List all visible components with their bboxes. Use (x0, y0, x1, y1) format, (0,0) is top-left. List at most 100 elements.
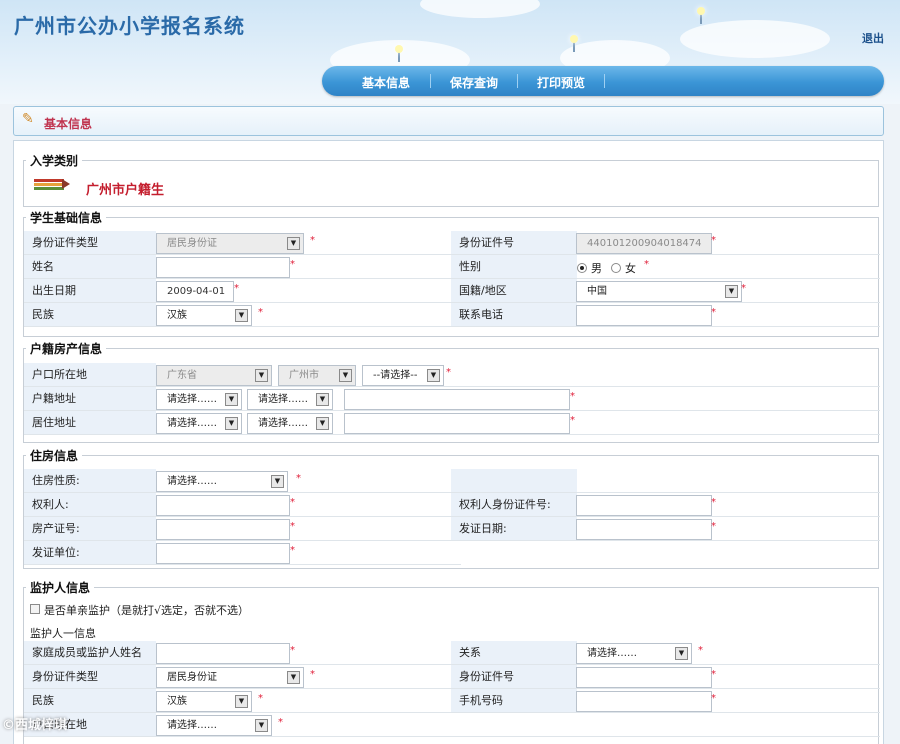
issuer-field[interactable] (156, 543, 290, 564)
district-value: --请选择-- (373, 370, 418, 381)
chevron-down-icon: ▼ (339, 369, 352, 382)
owner-field[interactable] (156, 495, 290, 516)
guardian-id-type-value: 居民身份证 (167, 672, 217, 683)
required-mark: * (711, 497, 716, 508)
chevron-down-icon: ▼ (225, 417, 238, 430)
hukou-location-label: 户口所在地 (24, 363, 156, 386)
guardian-id-number-label: 身份证件号 (451, 665, 577, 688)
required-mark: * (711, 307, 716, 318)
city-value: 广州市 (289, 370, 319, 381)
ethnic-select[interactable]: 汉族 ▼ (156, 305, 252, 326)
required-mark: * (741, 283, 746, 294)
ethnic-value: 汉族 (167, 310, 187, 321)
residence-address-select-1-value: 请选择…… (167, 418, 217, 429)
required-mark: * (310, 669, 315, 680)
member-name-field[interactable] (156, 643, 290, 664)
page-title: 广州市公办小学报名系统 (14, 14, 245, 38)
nav-print-preview[interactable]: 打印预览 (537, 74, 585, 91)
nav-save-query[interactable]: 保存查询 (450, 74, 498, 91)
housing-blank-cell (451, 469, 577, 492)
residence-address-select-2-value: 请选择…… (258, 418, 308, 429)
cert-number-field[interactable] (156, 519, 290, 540)
birth-date-field[interactable]: 2009-04-01 (156, 281, 234, 302)
logout-link[interactable]: 退出 (862, 30, 884, 46)
residence-address-select-2[interactable]: 请选择…… ▼ (247, 413, 333, 434)
relation-value: 请选择…… (587, 648, 637, 659)
hukou-address-select-1-value: 请选择…… (167, 394, 217, 405)
main-nav: 基本信息 保存查询 打印预览 (322, 66, 884, 96)
id-type-label: 身份证件类型 (24, 231, 156, 254)
watermark: ©西城梓琪 (2, 718, 68, 733)
guardian-id-type-select[interactable]: 居民身份证 ▼ (156, 667, 304, 688)
required-mark: * (711, 235, 716, 246)
single-parent-label: 是否单亲监护（是就打√选定，否就不选） (44, 604, 250, 617)
single-parent-checkbox[interactable] (30, 604, 40, 614)
issue-date-field[interactable] (576, 519, 712, 540)
guardian-ethnic-label: 民族 (24, 689, 156, 712)
required-mark: * (258, 693, 263, 704)
relation-label: 关系 (451, 641, 577, 664)
required-mark: * (296, 473, 301, 484)
relation-select[interactable]: 请选择…… ▼ (576, 643, 692, 664)
phone-field[interactable] (576, 305, 712, 326)
cloud-decoration (680, 20, 830, 58)
required-mark: * (310, 235, 315, 246)
hukou-address-select-2-value: 请选择…… (258, 394, 308, 405)
chevron-down-icon: ▼ (427, 369, 440, 382)
residence-address-select-1[interactable]: 请选择…… ▼ (156, 413, 242, 434)
guardian-ethnic-value: 汉族 (167, 696, 187, 707)
housing-nature-select[interactable]: 请选择…… ▼ (156, 471, 288, 492)
section-title: 基本信息 (44, 117, 93, 131)
required-mark: * (711, 521, 716, 532)
required-mark: * (446, 367, 451, 378)
ethnic-label: 民族 (24, 303, 156, 326)
gender-female-radio[interactable] (611, 263, 621, 273)
student-info-legend: 学生基础信息 (26, 209, 107, 226)
housing-nature-value: 请选择…… (167, 476, 217, 487)
housing-legend: 住房信息 (26, 447, 83, 464)
nav-divider (517, 74, 518, 88)
required-mark: * (290, 645, 295, 656)
hukou-address-select-2[interactable]: 请选择…… ▼ (247, 389, 333, 410)
mobile-label: 手机号码 (451, 689, 577, 712)
gender-male-radio[interactable] (577, 263, 587, 273)
residence-address-field[interactable] (344, 413, 570, 434)
nationality-select[interactable]: 中国 ▼ (576, 281, 742, 302)
required-mark: * (290, 545, 295, 556)
hukou-address-field[interactable] (344, 389, 570, 410)
birth-date-label: 出生日期 (24, 279, 156, 302)
city-select[interactable]: 广州市 ▼ (278, 365, 356, 386)
id-type-select[interactable]: 居民身份证 ▼ (156, 233, 304, 254)
province-select[interactable]: 广东省 ▼ (156, 365, 272, 386)
nationality-value: 中国 (587, 286, 607, 297)
pencil-icon: ✎ (22, 111, 34, 127)
chevron-down-icon: ▼ (287, 237, 300, 250)
form-panel: 入学类别 广州市户籍生 学生基础信息 身份证件类型 身份证件号 姓名 性别 出生… (13, 140, 884, 744)
owner-id-field[interactable] (576, 495, 712, 516)
chevron-down-icon: ▼ (316, 417, 329, 430)
cloud-decoration (420, 0, 540, 18)
name-label: 姓名 (24, 255, 156, 278)
name-field[interactable] (156, 257, 290, 278)
nav-divider (430, 74, 431, 88)
id-number-field[interactable]: 440101200904018474 (576, 233, 712, 254)
nav-basic-info[interactable]: 基本信息 (362, 74, 410, 91)
required-mark: * (290, 259, 295, 270)
guardian-one-heading: 监护人一信息 (30, 627, 96, 640)
guardian-hukou-select[interactable]: 请选择…… ▼ (156, 715, 272, 736)
issue-date-label: 发证日期: (451, 517, 577, 540)
guardian-id-number-field[interactable] (576, 667, 712, 688)
mobile-field[interactable] (576, 691, 712, 712)
id-number-label: 身份证件号 (451, 231, 577, 254)
hukou-address-select-1[interactable]: 请选择…… ▼ (156, 389, 242, 410)
required-mark: * (290, 497, 295, 508)
guardian-legend: 监护人信息 (26, 579, 95, 596)
guardian-ethnic-select[interactable]: 汉族 ▼ (156, 691, 252, 712)
guardian-hukou-value: 请选择…… (167, 720, 217, 731)
province-value: 广东省 (167, 370, 197, 381)
required-mark: * (234, 283, 239, 294)
dandelion-icon (395, 45, 403, 62)
chevron-down-icon: ▼ (235, 695, 248, 708)
district-select[interactable]: --请选择-- ▼ (362, 365, 444, 386)
hukou-legend: 户籍房产信息 (26, 340, 107, 357)
